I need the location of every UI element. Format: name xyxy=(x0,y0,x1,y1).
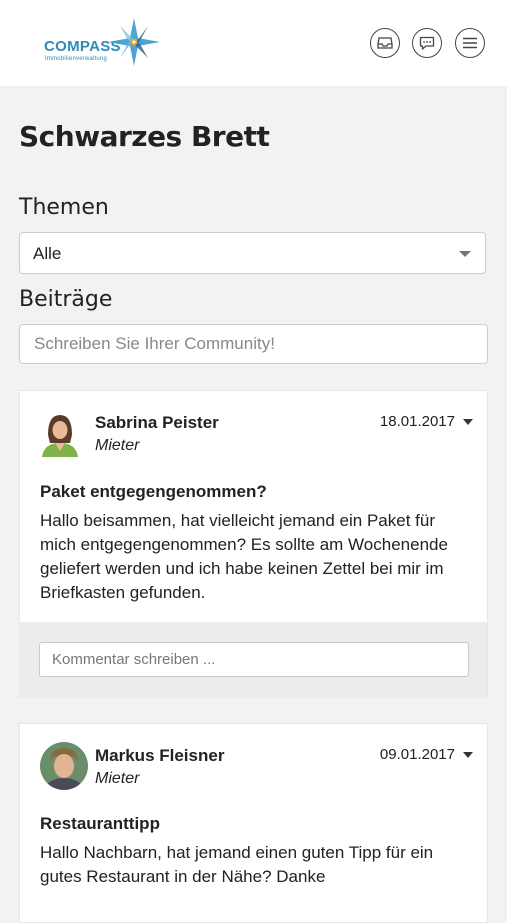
compass-logo[interactable]: COMPASS Immobilienverwaltung xyxy=(42,18,164,68)
avatar[interactable] xyxy=(40,411,80,457)
messages-button[interactable] xyxy=(412,28,442,58)
author-name[interactable]: Sabrina Peister xyxy=(95,413,219,433)
chevron-down-icon xyxy=(459,251,471,257)
avatar-markus-icon xyxy=(40,742,88,790)
comment-area xyxy=(20,622,487,698)
post-options-caret-icon[interactable] xyxy=(463,752,473,758)
post-date: 18.01.2017 xyxy=(379,413,455,430)
post-body: Hallo Nachbarn, hat jemand einen guten T… xyxy=(40,843,434,886)
inbox-button[interactable] xyxy=(370,28,400,58)
author-role: Mieter xyxy=(95,770,140,787)
app-header: COMPASS Immobilienverwaltung xyxy=(0,0,507,86)
author-name[interactable]: Markus Fleisner xyxy=(95,746,224,766)
post-date: 09.01.2017 xyxy=(379,746,455,763)
topics-label: Themen xyxy=(19,195,109,220)
topics-selected-value: Alle xyxy=(33,244,62,263)
compass-star-icon xyxy=(108,18,160,66)
page-title: Schwarzes Brett xyxy=(19,120,270,153)
new-post-input[interactable] xyxy=(19,324,488,364)
inbox-icon xyxy=(377,37,393,49)
post-card: Markus Fleisner Mieter 09.01.2017 Restau… xyxy=(19,723,488,923)
topics-select[interactable]: Alle xyxy=(19,232,486,274)
post-title: Paket entgegengenommen? xyxy=(40,482,267,501)
logo-subtext: Immobilienverwaltung xyxy=(45,56,108,62)
avatar-sabrina-icon xyxy=(40,411,80,457)
author-role: Mieter xyxy=(95,437,140,454)
posts-label: Beiträge xyxy=(19,287,113,312)
post-options-caret-icon[interactable] xyxy=(463,419,473,425)
chat-icon xyxy=(419,36,435,50)
post-title: Restauranttipp xyxy=(40,814,160,833)
menu-icon xyxy=(463,37,477,49)
comment-input[interactable] xyxy=(39,642,469,677)
post-card: Sabrina Peister Mieter 18.01.2017 Paket … xyxy=(19,390,488,698)
post-body: Hallo beisammen, hat vielleicht jemand e… xyxy=(40,511,448,602)
menu-button[interactable] xyxy=(455,28,485,58)
avatar[interactable] xyxy=(40,742,88,790)
